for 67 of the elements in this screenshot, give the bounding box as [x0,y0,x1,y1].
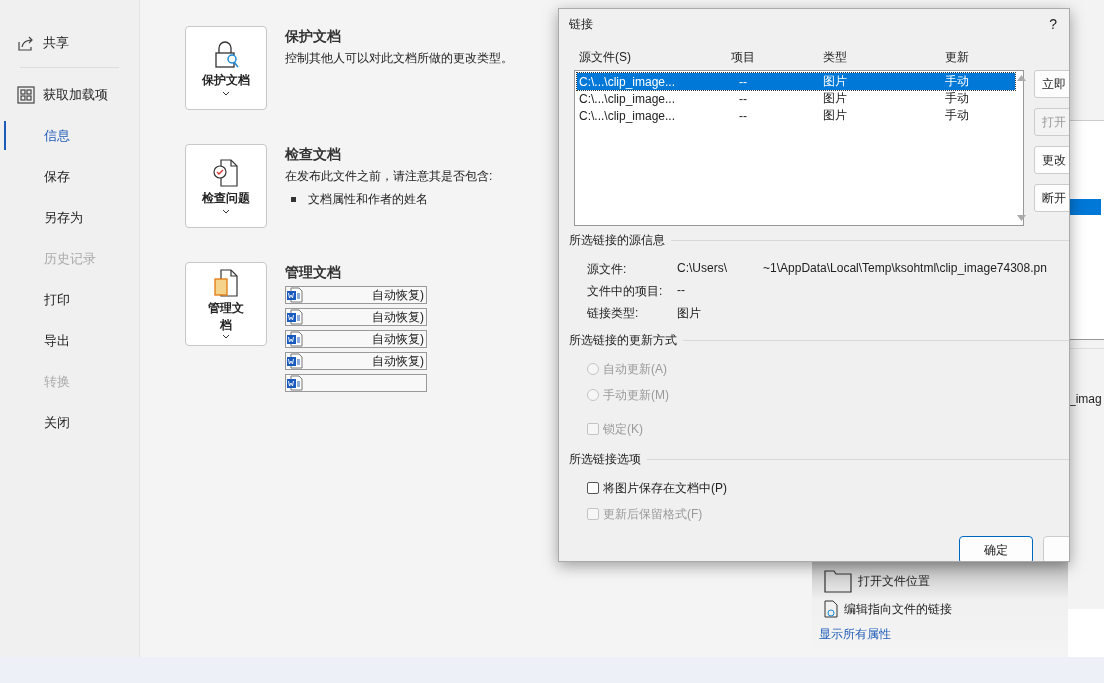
bullet-text: 文档属性和作者的姓名 [308,191,428,208]
link-row[interactable]: C:\...\clip_image... -- 图片 手动 [577,73,1015,90]
dialog-title: 链接 [569,15,593,33]
caret-icon [222,208,230,215]
link-row[interactable]: C:\...\clip_image... -- 图片 手动 [577,107,1015,124]
ok-button[interactable]: 确定 [959,536,1033,561]
show-all-properties-link[interactable]: 显示所有属性 [819,626,1068,643]
dialog-button[interactable]: 断开 [1034,184,1069,212]
group-heading: 所选链接的更新方式 [569,332,677,349]
field-label: 文件中的项目: [587,283,664,300]
document-check-icon [211,157,241,188]
file-name: _imag [1069,392,1102,406]
sidebar-item[interactable]: 获取加载项 [0,74,139,115]
selected-row [1069,199,1101,215]
open-location-item[interactable]: 打开文件位置 [824,570,1068,592]
protect-document-button[interactable]: 保护文档 [185,26,267,110]
document-link-icon [824,600,838,618]
version-item[interactable]: 自动恢复) [285,352,427,370]
field-value: -- [677,283,685,299]
field-label: 链接类型: [587,305,640,322]
field-value: ~1\AppData\Local\Temp\ksohtml\clip_image74308.pn [763,261,1047,277]
caret-icon [222,90,230,97]
sidebar-item[interactable]: 另存为 [0,197,139,238]
word-document-icon [286,331,304,347]
word-document-icon [286,375,304,391]
word-document-icon [286,287,304,303]
section-description: 在发布此文件之前，请注意其是否包含: [285,168,493,185]
help-button[interactable]: ? [1049,16,1057,32]
word-document-icon [286,309,304,325]
column-header: 更新 [945,49,970,66]
sidebar-item[interactable]: 关闭 [0,402,139,443]
edit-links-item[interactable]: 编辑指向文件的链接 [824,598,1068,620]
scroll-down-icon[interactable] [1017,215,1026,221]
word-document-icon [286,353,304,369]
section-description: 控制其他人可以对此文档所做的更改类型。 [285,50,513,67]
section-title: 检查文档 [285,146,342,164]
sidebar-item[interactable]: 导出 [0,320,139,361]
version-item[interactable] [285,374,427,392]
field-value: C:\Users\ [677,261,727,277]
column-header: 源文件(S) [579,49,632,66]
bullet-icon [291,197,296,202]
inspect-document-button[interactable]: 检查问题 [185,144,267,228]
sidebar-item[interactable]: 保存 [0,156,139,197]
sidebar-item[interactable]: 打印 [0,279,139,320]
grid-icon [17,85,35,104]
column-header: 类型 [823,49,848,66]
documents-icon [211,268,241,298]
version-item[interactable]: 自动恢复) [285,308,427,326]
section-title: 保护文档 [285,28,342,46]
scroll-up-icon[interactable] [1017,75,1026,81]
caret-icon [222,334,230,340]
section-title: 管理文档 [285,264,342,282]
sidebar-item[interactable]: 共享 [0,22,139,63]
folder-icon [824,569,852,593]
link-row[interactable]: C:\...\clip_image... -- 图片 手动 [577,90,1015,107]
dialog-button[interactable]: 更改 [1034,146,1069,174]
dialog-button[interactable]: 立即 [1034,70,1069,98]
column-header: 项目 [731,49,756,66]
version-item[interactable]: 自动恢复) [285,286,427,304]
group-heading: 所选链接选项 [569,451,641,468]
checkbox-option[interactable]: 将图片保存在文档中(P) [587,478,1069,498]
manage-document-button[interactable]: 管理文档 [185,262,267,346]
sidebar-item[interactable]: 信息 [0,115,139,156]
version-item[interactable]: 自动恢复) [285,330,427,348]
group-heading: 所选链接的源信息 [569,232,665,249]
field-value: 图片 [677,305,701,322]
field-label: 源文件: [587,261,628,278]
